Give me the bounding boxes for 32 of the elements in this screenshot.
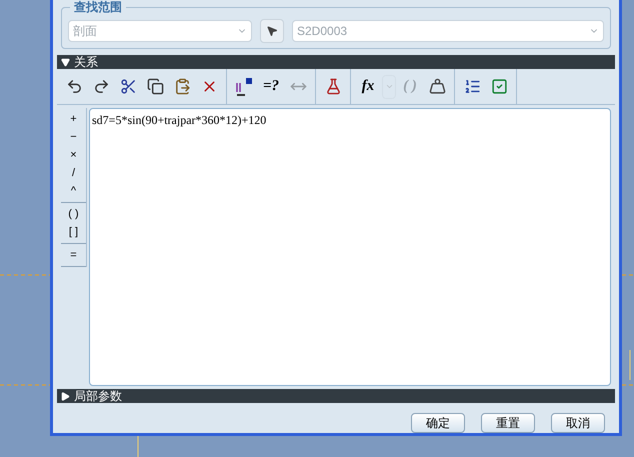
operator-button[interactable]: + bbox=[61, 110, 86, 128]
redo-icon bbox=[92, 78, 110, 95]
select-button[interactable] bbox=[260, 19, 284, 43]
pointer-icon bbox=[266, 25, 278, 37]
chevron-down-icon bbox=[384, 82, 394, 91]
toolbar-button[interactable]: =? bbox=[258, 74, 284, 100]
group-title: 查找范围 bbox=[70, 1, 126, 14]
dialog-button[interactable]: 取消 bbox=[551, 413, 605, 433]
caret-right-icon bbox=[61, 392, 70, 400]
toolbar-button[interactable]: fx bbox=[355, 74, 381, 100]
weight-icon bbox=[428, 78, 446, 95]
operator-button[interactable]: ( ) bbox=[61, 205, 86, 223]
section-header[interactable]: 关系 bbox=[57, 55, 615, 69]
copy-icon bbox=[146, 78, 164, 95]
paste-icon bbox=[174, 78, 190, 95]
undo-icon bbox=[66, 78, 82, 95]
dialog-button[interactable]: 重置 bbox=[481, 413, 535, 433]
scissors-icon bbox=[120, 78, 136, 95]
operator-button[interactable]: [ ] bbox=[61, 223, 86, 241]
flask-icon bbox=[324, 78, 342, 95]
dimension-values-icon bbox=[234, 76, 254, 96]
list-icon bbox=[464, 78, 480, 95]
dialog-button[interactable]: 确定 bbox=[411, 413, 465, 433]
checklist-icon bbox=[490, 78, 508, 95]
caret-down-icon bbox=[61, 58, 70, 66]
operator-button[interactable]: − bbox=[61, 128, 86, 146]
operator-button[interactable]: = bbox=[61, 246, 86, 264]
operator-button[interactable]: ^ bbox=[61, 182, 86, 200]
operator-button[interactable]: × bbox=[61, 146, 86, 164]
operator-button[interactable]: / bbox=[61, 164, 86, 182]
section-header[interactable]: 局部参数 bbox=[57, 389, 615, 403]
relations-editor[interactable]: sd7=5*sin(90+trajpar*360*12)+120 bbox=[89, 108, 611, 386]
